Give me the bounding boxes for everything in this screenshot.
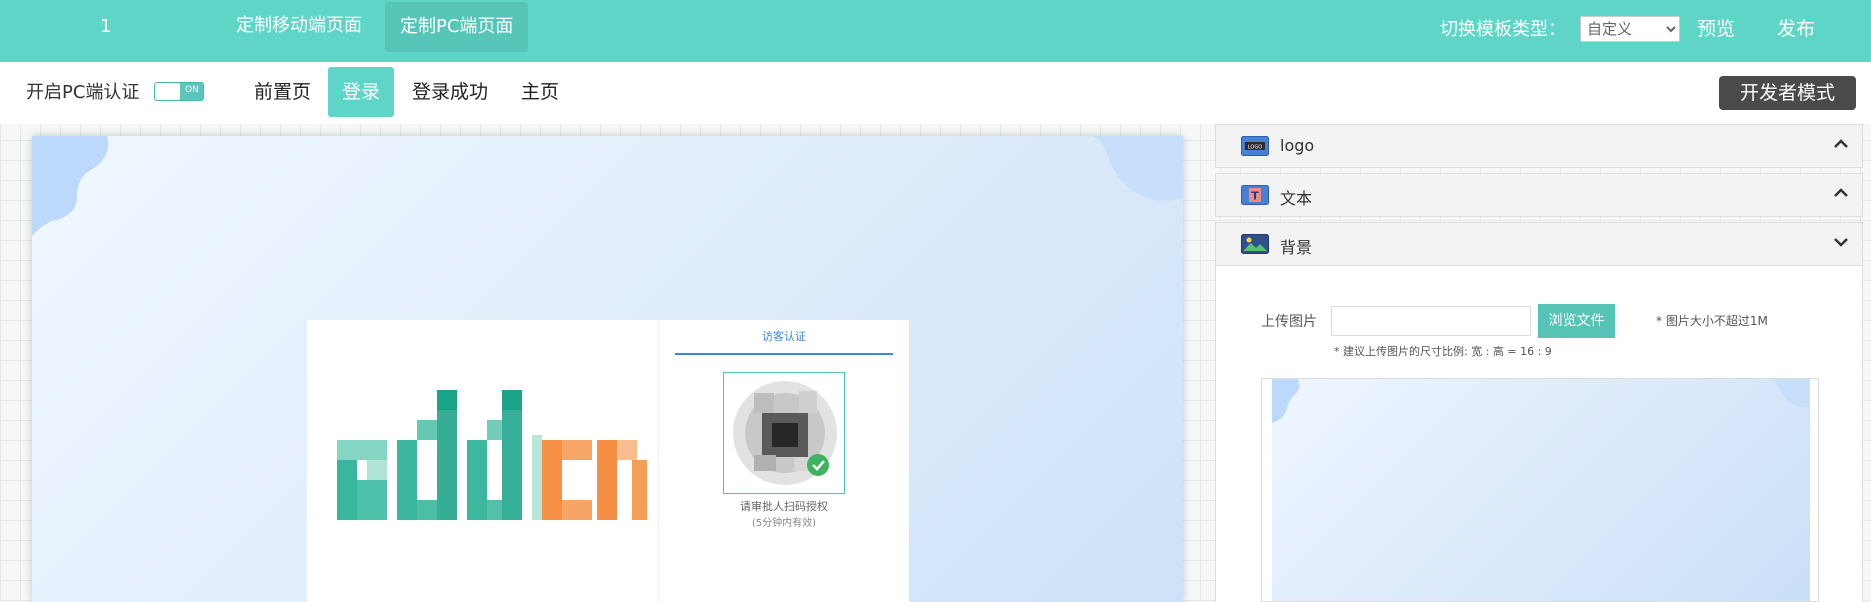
qr-scan-tip: 请审批人扫码授权 xyxy=(740,500,828,513)
qr-code xyxy=(723,372,845,494)
logo-icon: LOGO xyxy=(1241,136,1269,156)
section-text-title: 文本 xyxy=(1280,189,1313,208)
decorative-blob-top-left xyxy=(32,136,109,236)
template-type-select[interactable]: 自定义 xyxy=(1580,16,1680,42)
section-logo-title: logo xyxy=(1280,136,1315,155)
decorative-blob-top-left xyxy=(1272,379,1300,423)
decorative-blob-top-right xyxy=(1774,379,1810,408)
chevron-up-icon[interactable] xyxy=(1834,188,1848,198)
tab-mobile-page[interactable]: 定制移动端页面 xyxy=(221,0,377,52)
tab-login[interactable]: 登录 xyxy=(328,67,395,117)
image-ratio-hint: * 建议上传图片的尺寸比例: 宽 : 高 = 16 : 9 xyxy=(1334,345,1552,358)
background-settings-panel: 上传图片 浏览文件 * 图片大小不超过1M * 建议上传图片的尺寸比例: 宽 :… xyxy=(1215,266,1863,602)
text-icon: T xyxy=(1241,185,1269,205)
chevron-up-icon[interactable] xyxy=(1834,139,1848,149)
browse-file-button[interactable]: 浏览文件 xyxy=(1538,304,1615,338)
svg-text:T: T xyxy=(1251,190,1259,203)
logo-area[interactable] xyxy=(307,320,659,602)
preview-button[interactable]: 预览 xyxy=(1697,14,1735,41)
addcn-logo xyxy=(327,390,647,530)
developer-mode-button[interactable]: 开发者模式 xyxy=(1719,76,1856,110)
toggle-knob xyxy=(155,83,180,100)
upload-image-label: 上传图片 xyxy=(1261,314,1317,330)
pc-auth-toggle[interactable]: ON xyxy=(154,82,204,101)
image-size-note: * 图片大小不超过1M xyxy=(1656,314,1768,328)
pc-auth-label: 开启PC端认证 xyxy=(26,82,140,103)
section-logo-header[interactable]: LOGO logo xyxy=(1215,124,1863,168)
template-type-label: 切换模板类型： xyxy=(1440,19,1566,40)
svg-text:LOGO: LOGO xyxy=(1248,145,1262,151)
section-background-title: 背景 xyxy=(1280,238,1313,257)
chevron-down-icon[interactable] xyxy=(1834,237,1848,247)
top-bar: 1 定制移动端页面 定制PC端页面 切换模板类型： 自定义 预览 发布 xyxy=(0,0,1871,62)
login-card: 访客认证 请审批人扫码授权 (5分钟内有效) xyxy=(307,320,909,602)
upload-file-input[interactable] xyxy=(1331,306,1531,336)
qr-code-image xyxy=(724,373,844,493)
background-preview xyxy=(1261,378,1819,602)
publish-button[interactable]: 发布 xyxy=(1777,14,1815,41)
tab-home[interactable]: 主页 xyxy=(507,67,573,117)
tab-pre-page[interactable]: 前置页 xyxy=(240,67,325,117)
tab-login-success[interactable]: 登录成功 xyxy=(398,67,502,117)
qr-validity-note: (5分钟内有效) xyxy=(751,518,817,529)
page-preview-canvas[interactable]: 访客认证 请审批人扫码授权 (5分钟内有效) xyxy=(32,136,1183,602)
background-preview-image xyxy=(1272,379,1810,601)
tab-pc-page[interactable]: 定制PC端页面 xyxy=(385,2,529,52)
image-icon xyxy=(1241,234,1269,254)
section-text-header[interactable]: T 文本 xyxy=(1215,173,1863,217)
section-background-header[interactable]: 背景 xyxy=(1215,222,1863,266)
toggle-on-text: ON xyxy=(185,85,199,95)
page-toolbar: 开启PC端认证 ON 前置页 登录 登录成功 主页 开发者模式 xyxy=(0,62,1871,124)
template-number: 1 xyxy=(100,16,112,37)
tab-visitor-auth[interactable]: 访客认证 xyxy=(675,328,893,355)
decorative-blob-top-right xyxy=(1093,136,1183,201)
